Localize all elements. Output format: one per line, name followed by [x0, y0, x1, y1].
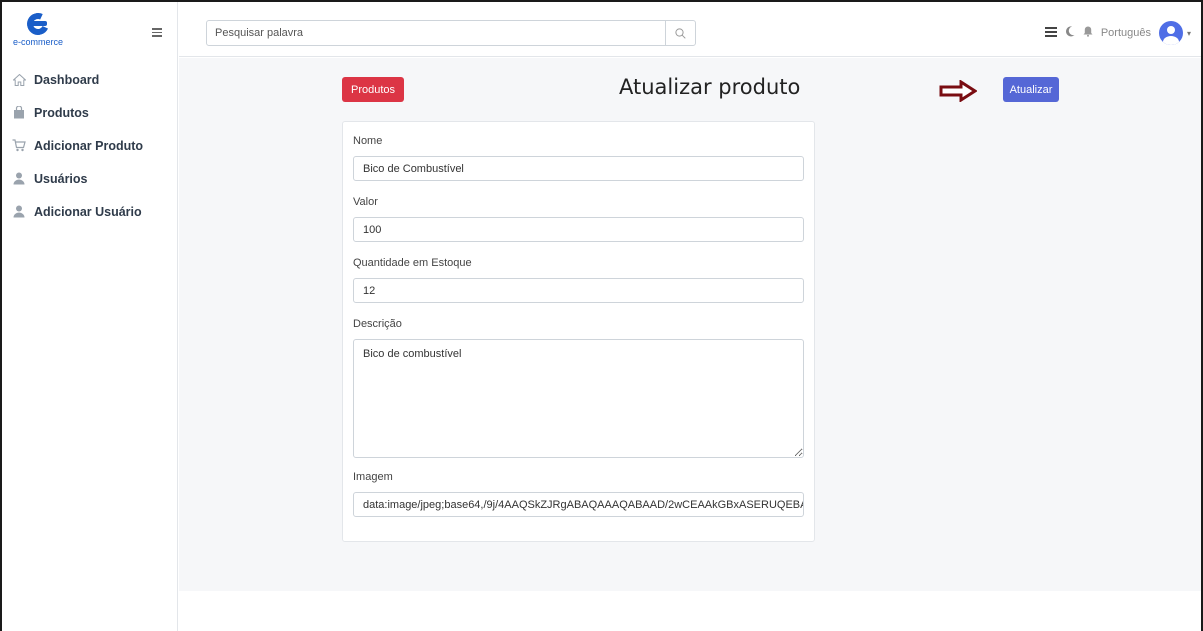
page-title: Atualizar produto — [619, 75, 801, 99]
sidebar-item-adicionar-usuario[interactable]: Adicionar Usuário — [2, 195, 177, 228]
user-icon — [12, 205, 26, 219]
arrow-right-icon — [939, 79, 978, 103]
search-icon — [675, 24, 686, 43]
main-content: Produtos Atualizar produto Atualizar Nom… — [179, 58, 1201, 591]
user-icon — [12, 172, 26, 186]
avatar[interactable] — [1158, 21, 1183, 45]
bag-icon — [12, 106, 26, 120]
sidebar-item-label: Produtos — [34, 105, 89, 120]
sidebar: e-commerce Dashboard Produtos Adicionar … — [2, 2, 178, 631]
imagem-input[interactable] — [353, 492, 804, 517]
nome-label: Nome — [353, 135, 383, 147]
field-imagem: Imagem — [353, 471, 804, 517]
sidebar-item-produtos[interactable]: Produtos — [2, 96, 177, 129]
descricao-textarea[interactable]: Bico de combustível — [353, 339, 804, 458]
field-descricao: Descrição Bico de combustível — [353, 318, 804, 462]
sidebar-item-label: Adicionar Produto — [34, 138, 144, 153]
language-selector[interactable]: Português — [1101, 27, 1151, 39]
logo-icon — [23, 9, 53, 38]
topbar-actions: Português ▾ — [1044, 21, 1191, 45]
sidebar-item-adicionar-produto[interactable]: Adicionar Produto — [2, 129, 177, 162]
quantidade-label: Quantidade em Estoque — [353, 257, 472, 269]
list-icon[interactable] — [1044, 26, 1057, 40]
search-bar — [206, 20, 696, 46]
atualizar-button[interactable]: Atualizar — [1003, 77, 1059, 102]
sidebar-item-label: Usuários — [34, 171, 88, 186]
produtos-button[interactable]: Produtos — [342, 77, 404, 102]
sidebar-item-usuarios[interactable]: Usuários — [2, 162, 177, 195]
valor-label: Valor — [353, 196, 378, 208]
menu-toggle-icon[interactable] — [152, 28, 162, 37]
imagem-label: Imagem — [353, 471, 393, 483]
sidebar-item-dashboard[interactable]: Dashboard — [2, 63, 177, 96]
sidebar-item-label: Adicionar Usuário — [34, 204, 142, 219]
moon-icon[interactable] — [1065, 26, 1075, 40]
sidebar-nav: Dashboard Produtos Adicionar Produto Usu… — [2, 63, 177, 228]
descricao-label: Descrição — [353, 318, 402, 330]
topbar: Português ▾ — [179, 2, 1201, 57]
home-icon — [12, 73, 26, 87]
cart-icon — [12, 139, 26, 153]
nome-input[interactable] — [353, 156, 804, 181]
brand: e-commerce — [2, 2, 177, 57]
search-button[interactable] — [665, 21, 695, 45]
search-input[interactable] — [207, 21, 665, 45]
field-valor: Valor — [353, 196, 804, 242]
bell-icon[interactable] — [1083, 26, 1093, 40]
field-nome: Nome — [353, 135, 804, 181]
sidebar-item-label: Dashboard — [34, 72, 100, 87]
footer-area — [179, 591, 1201, 631]
product-form-card: Nome Valor Quantidade em Estoque Descriç… — [342, 121, 815, 542]
field-quantidade: Quantidade em Estoque — [353, 257, 804, 303]
chevron-down-icon[interactable]: ▾ — [1187, 29, 1191, 38]
quantidade-input[interactable] — [353, 278, 804, 303]
valor-input[interactable] — [353, 217, 804, 242]
logo-text: e-commerce — [12, 36, 63, 47]
logo[interactable]: e-commerce — [8, 9, 68, 47]
